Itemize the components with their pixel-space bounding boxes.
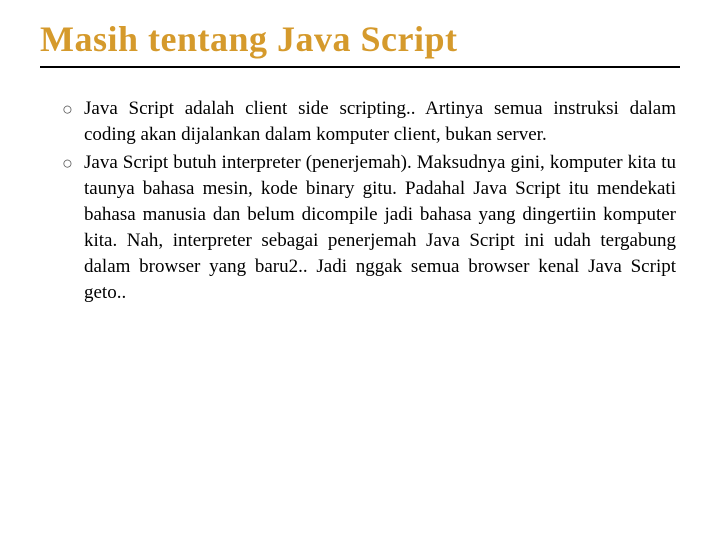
slide-title: Masih tentang Java Script: [40, 18, 680, 60]
slide-body: ○ Java Script adalah client side scripti…: [40, 96, 680, 306]
bullet-icon: ○: [62, 96, 84, 122]
slide: Masih tentang Java Script ○ Java Script …: [0, 0, 720, 540]
title-block: Masih tentang Java Script: [40, 18, 680, 68]
bullet-icon: ○: [62, 150, 84, 176]
bullet-text: Java Script butuh interpreter (penerjema…: [84, 150, 676, 306]
bullet-text: Java Script adalah client side scripting…: [84, 96, 676, 148]
list-item: ○ Java Script adalah client side scripti…: [62, 96, 676, 148]
list-item: ○ Java Script butuh interpreter (penerje…: [62, 150, 676, 306]
